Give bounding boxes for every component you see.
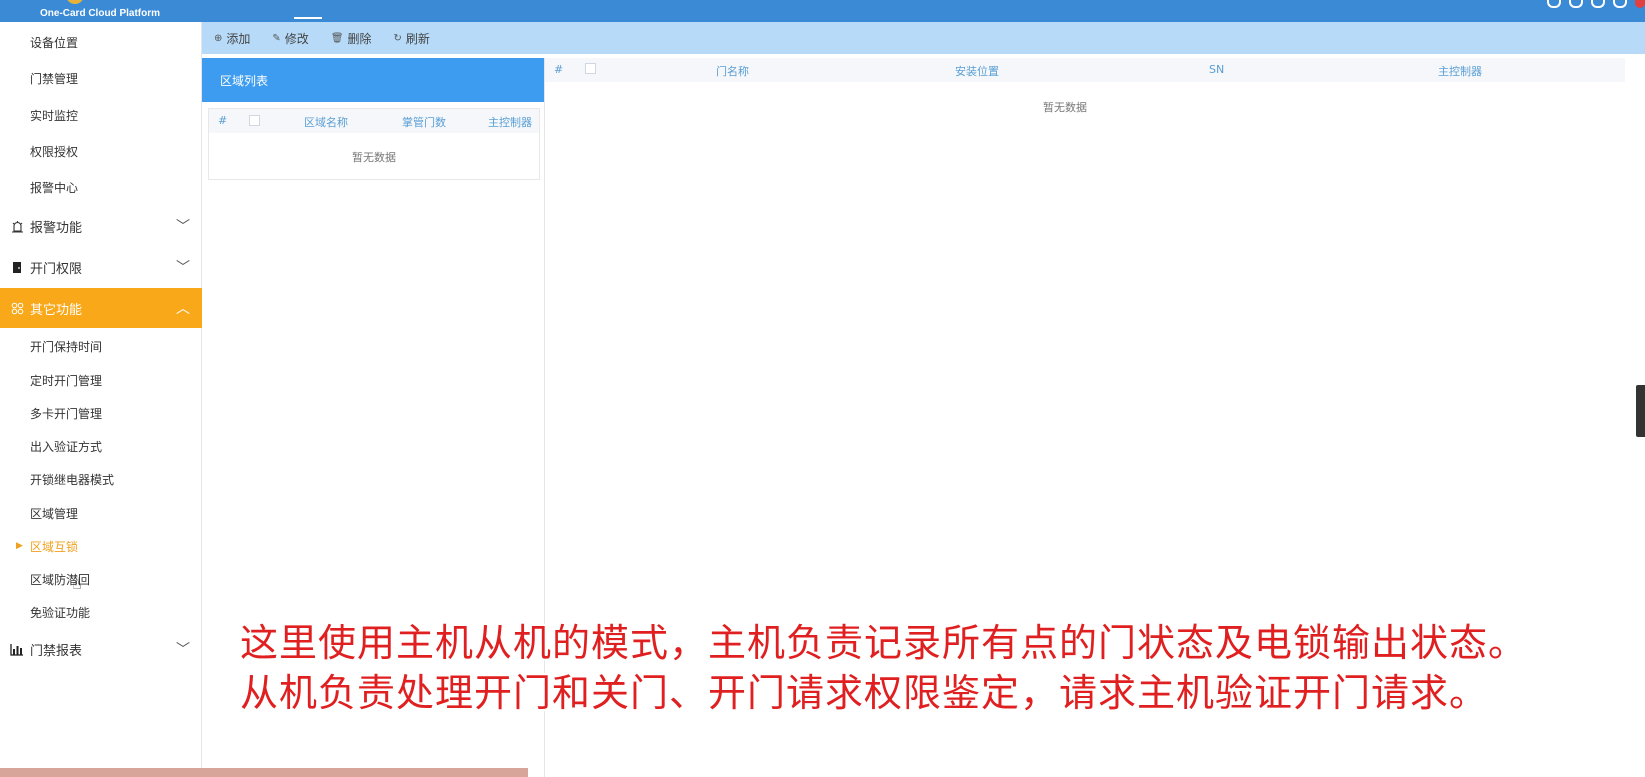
chevron-up-icon: ︿ <box>176 301 190 317</box>
edit-button[interactable]: ✎ 修改 <box>272 30 308 47</box>
top-bar: One-Card Cloud Platform <box>0 0 1645 22</box>
refresh-icon: ↻ <box>393 32 402 44</box>
sidebar-item-device-location[interactable]: 设备位置 <box>0 23 202 61</box>
column-sn[interactable]: SN <box>1209 63 1224 76</box>
column-controller[interactable]: 主控制器 <box>488 114 532 130</box>
sidebar-item-alarm-center[interactable]: 报警中心 <box>0 168 202 206</box>
column-door-name[interactable]: 门名称 <box>716 63 749 79</box>
current-arrow-icon: ▶ <box>16 541 23 551</box>
add-circle-icon: ⊕ <box>214 32 223 44</box>
column-index: # <box>554 63 564 76</box>
alarm-icon <box>10 219 24 233</box>
side-scroll-handle[interactable] <box>1636 385 1645 437</box>
grid-icon <box>10 301 24 315</box>
door-icon <box>10 260 24 274</box>
chevron-down-icon: ﹀ <box>176 642 190 658</box>
hand-cursor-icon: ☝ <box>72 574 82 593</box>
sidebar-item-realtime-monitor[interactable]: 实时监控 <box>0 96 202 134</box>
sidebar-group-label: 其它功能 <box>30 302 83 318</box>
empty-message: 暂无数据 <box>1043 101 1087 114</box>
add-button[interactable]: ⊕ 添加 <box>214 30 250 47</box>
active-tab-indicator <box>294 17 322 19</box>
region-list-title: 区域列表 <box>202 58 544 102</box>
sidebar-group-other-functions[interactable]: 其它功能 ︿ <box>0 288 202 328</box>
subtitle-line-1: 这里使用主机从机的模式，主机负责记录所有点的门状态及电锁输出状态。 <box>240 621 1528 665</box>
settings-icon[interactable] <box>1613 0 1627 8</box>
select-all-checkbox[interactable] <box>249 115 260 126</box>
sidebar-group-door-permission[interactable]: 开门权限 ﹀ <box>0 247 202 287</box>
brand-title: One-Card Cloud Platform <box>40 8 161 19</box>
sidebar-group-label: 报警功能 <box>30 220 83 236</box>
sidebar-item-relay-mode[interactable]: 开锁继电器模式 <box>0 460 202 498</box>
pencil-icon: ✎ <box>272 32 281 44</box>
sidebar-item-label: 区域互锁 <box>30 539 79 554</box>
sidebar-item-access-management[interactable]: 门禁管理 <box>0 59 202 97</box>
column-install-location[interactable]: 安装位置 <box>955 63 999 79</box>
sidebar-group-access-report[interactable]: 门禁报表 ﹀ <box>0 629 202 669</box>
refresh-icon[interactable] <box>1569 0 1583 8</box>
column-region-name[interactable]: 区域名称 <box>304 114 348 130</box>
door-table-header: # 门名称 安装位置 SN 主控制器 <box>545 58 1625 82</box>
top-right-icons <box>1547 0 1645 8</box>
fullscreen-icon[interactable] <box>1547 0 1561 8</box>
refresh-button[interactable]: ↻ 刷新 <box>394 30 430 47</box>
logo-icon <box>66 0 84 4</box>
bar-chart-icon <box>10 642 24 656</box>
logout-icon[interactable] <box>1635 0 1645 8</box>
column-index: # <box>218 114 228 127</box>
taskbar-strip <box>0 768 528 777</box>
region-table: # 区域名称 掌管门数 主控制器 暂无数据 <box>208 108 540 180</box>
empty-message: 暂无数据 <box>352 151 396 164</box>
select-all-checkbox[interactable] <box>585 63 596 74</box>
sidebar-group-label: 门禁报表 <box>30 643 83 659</box>
toolbar: ⊕ 添加 ✎ 修改 🗑 删除 ↻ 刷新 <box>202 22 1645 54</box>
trash-icon: 🗑 <box>330 32 344 44</box>
sidebar-item-door-hold-time[interactable]: 开门保持时间 <box>0 327 202 365</box>
sidebar-item-permission-grant[interactable]: 权限授权 <box>0 132 202 170</box>
subtitle-line-2: 从机负责处理开门和关门、开门请求权限鉴定，请求主机验证开门请求。 <box>240 671 1489 715</box>
delete-button[interactable]: 🗑 删除 <box>331 30 372 47</box>
chevron-down-icon: ﹀ <box>176 260 190 276</box>
region-table-header: # 区域名称 掌管门数 主控制器 <box>209 109 539 133</box>
column-door-count[interactable]: 掌管门数 <box>402 114 446 130</box>
column-controller[interactable]: 主控制器 <box>1438 63 1482 79</box>
sidebar-group-alarm[interactable]: 报警功能 ﹀ <box>0 206 202 246</box>
message-icon[interactable] <box>1591 0 1605 8</box>
chevron-down-icon: ﹀ <box>176 219 190 235</box>
sidebar: 设备位置 门禁管理 实时监控 权限授权 报警中心 报警功能 ﹀ 开门权限 ﹀ 其… <box>0 22 202 777</box>
sidebar-group-label: 开门权限 <box>30 261 83 277</box>
sidebar-item-verify-free[interactable]: 免验证功能 <box>0 593 202 631</box>
